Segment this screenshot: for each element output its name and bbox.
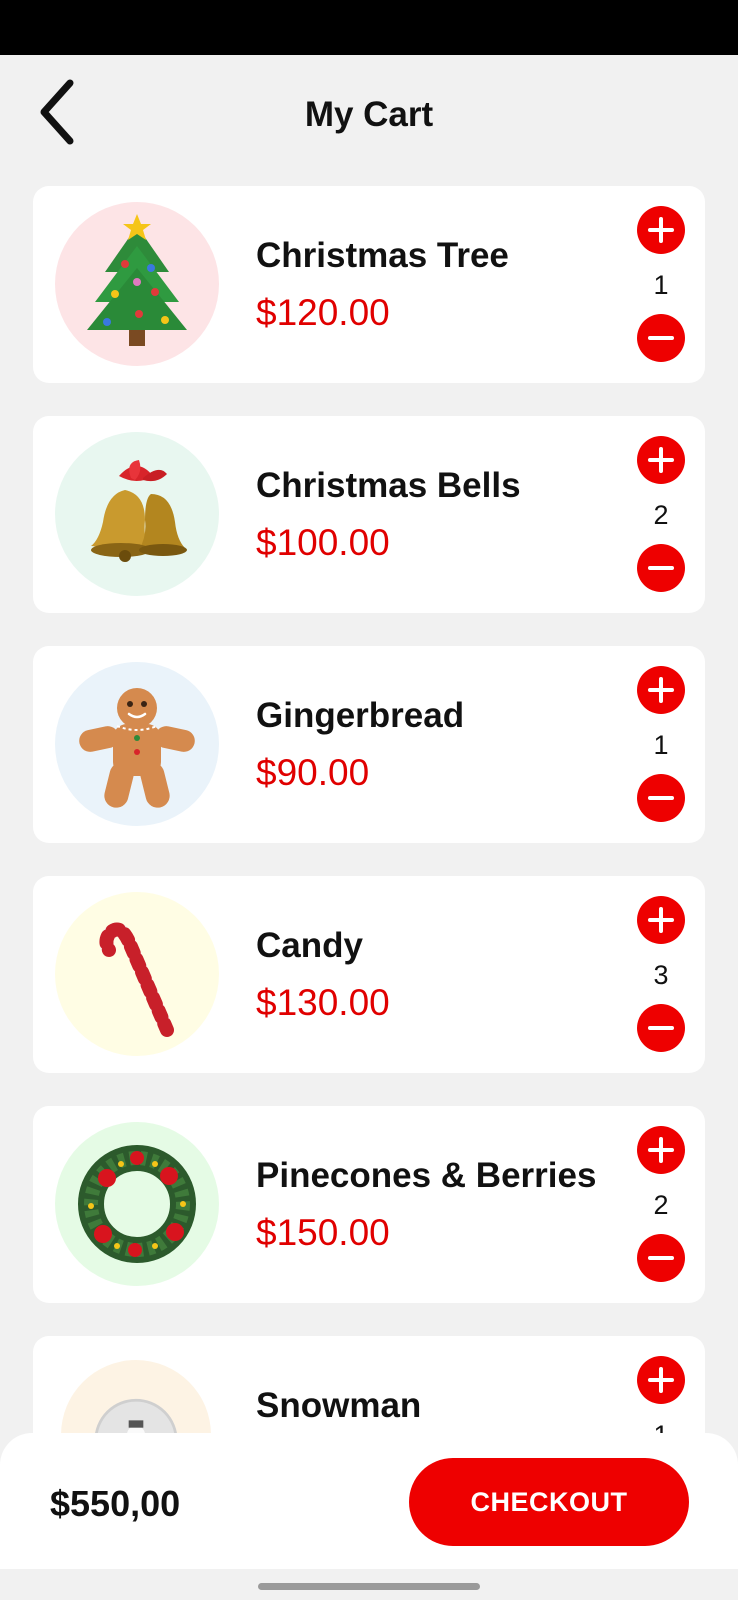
- cart-item: Gingerbread $90.00 1: [33, 646, 705, 843]
- item-price: $100.00: [256, 522, 390, 563]
- increase-quantity-button[interactable]: [637, 1356, 685, 1404]
- cart-list[interactable]: Christmas Tree $120.00 1 Christmas Bells…: [0, 0, 738, 1600]
- item-name: Candy: [256, 926, 363, 965]
- plus-icon: [648, 447, 674, 473]
- item-price: $150.00: [256, 1212, 390, 1253]
- minus-icon: [648, 336, 674, 340]
- item-quantity: 2: [653, 500, 669, 530]
- item-quantity: 3: [653, 960, 669, 990]
- cart-item: Christmas Bells $100.00 2: [33, 416, 705, 613]
- checkout-bar: $550,00 CHECKOUT: [0, 1433, 738, 1600]
- cart-item: Christmas Tree $120.00 1: [33, 186, 705, 383]
- home-indicator[interactable]: [258, 1583, 480, 1590]
- minus-icon: [648, 1256, 674, 1260]
- item-name: Pinecones & Berries: [256, 1156, 597, 1195]
- increase-quantity-button[interactable]: [637, 666, 685, 714]
- item-name: Gingerbread: [256, 696, 465, 735]
- item-thumbnail: [55, 892, 219, 1056]
- item-quantity: 1: [653, 730, 669, 760]
- item-price: $90.00: [256, 752, 370, 793]
- decrease-quantity-button[interactable]: [637, 314, 685, 362]
- item-price: $120.00: [256, 292, 390, 333]
- item-quantity: 1: [653, 270, 669, 300]
- increase-quantity-button[interactable]: [637, 1126, 685, 1174]
- item-thumbnail: [55, 432, 219, 596]
- item-thumbnail: [55, 202, 219, 366]
- increase-quantity-button[interactable]: [637, 436, 685, 484]
- christmas-tree-image: [87, 214, 187, 346]
- item-price: $130.00: [256, 982, 390, 1023]
- system-nav-bar: [0, 1569, 738, 1600]
- plus-icon: [648, 677, 674, 703]
- minus-icon: [648, 566, 674, 570]
- minus-icon: [648, 796, 674, 800]
- checkout-button[interactable]: CHECKOUT: [409, 1458, 689, 1546]
- item-thumbnail: [55, 1122, 219, 1286]
- gingerbread-image: [79, 688, 195, 808]
- increase-quantity-button[interactable]: [637, 896, 685, 944]
- plus-icon: [648, 1367, 674, 1393]
- item-thumbnail: [55, 662, 219, 826]
- cart-total: $550,00: [50, 1483, 181, 1524]
- cart-item: Pinecones & Berries $150.00 2: [33, 1106, 705, 1303]
- increase-quantity-button[interactable]: [637, 206, 685, 254]
- item-name: Christmas Tree: [256, 236, 509, 275]
- cart-item: Candy $130.00 3: [33, 876, 705, 1073]
- item-name: Snowman: [256, 1386, 422, 1425]
- plus-icon: [648, 907, 674, 933]
- decrease-quantity-button[interactable]: [637, 1234, 685, 1282]
- decrease-quantity-button[interactable]: [637, 544, 685, 592]
- decrease-quantity-button[interactable]: [637, 1004, 685, 1052]
- decrease-quantity-button[interactable]: [637, 774, 685, 822]
- candy-cane-image: [99, 922, 174, 1037]
- item-quantity: 2: [653, 1190, 669, 1220]
- minus-icon: [648, 1026, 674, 1030]
- christmas-bells-image: [91, 460, 187, 562]
- wreath-image: [78, 1145, 196, 1263]
- plus-icon: [648, 217, 674, 243]
- plus-icon: [648, 1137, 674, 1163]
- item-name: Christmas Bells: [256, 466, 521, 505]
